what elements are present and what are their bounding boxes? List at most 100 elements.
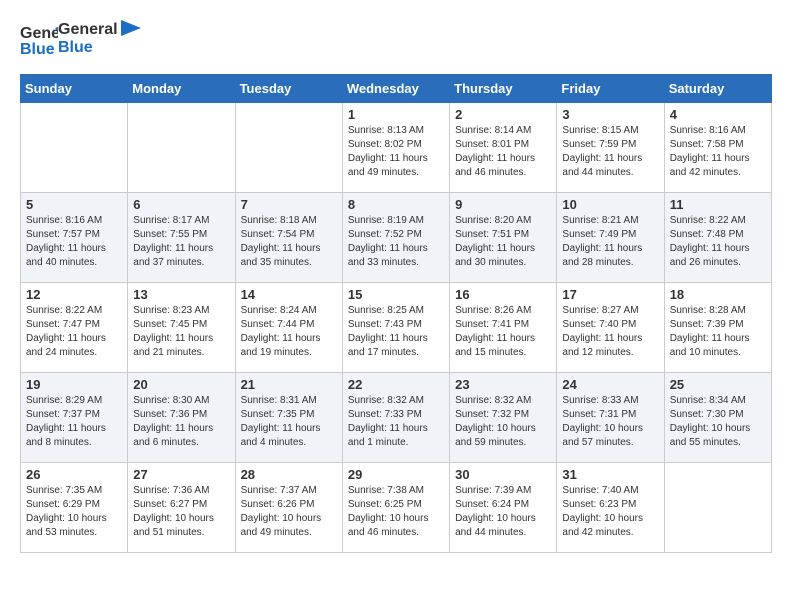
calendar-header-wednesday: Wednesday [342, 75, 449, 103]
day-info: Sunrise: 8:17 AM Sunset: 7:55 PM Dayligh… [133, 214, 229, 270]
day-info: Sunrise: 8:31 AM Sunset: 7:35 PM Dayligh… [241, 394, 337, 450]
calendar-day-27: 27 Sunrise: 7:36 AM Sunset: 6:27 PM Dayli… [128, 463, 235, 553]
day-info: Sunrise: 8:30 AM Sunset: 7:36 PM Dayligh… [133, 394, 229, 450]
day-info: Sunrise: 8:32 AM Sunset: 7:33 PM Dayligh… [348, 394, 444, 450]
calendar-day-30: 30Sunrise: 7:39 AM Sunset: 6:24 PM Dayli… [450, 463, 557, 553]
calendar-day-31: 31 Sunrise: 7:40 AM Sunset: 6:23 PM Dayli… [557, 463, 664, 553]
calendar-header-tuesday: Tuesday [235, 75, 342, 103]
day-info: Sunrise: 7:37 AM Sunset: 6:26 PM Dayligh… [241, 484, 337, 540]
day-number: 27 [133, 467, 229, 482]
calendar-header-saturday: Saturday [664, 75, 771, 103]
logo-blue: Blue [58, 39, 118, 57]
logo-icon: General Blue [20, 20, 58, 58]
day-info: Sunrise: 8:22 AM Sunset: 7:48 PM Dayligh… [670, 214, 766, 270]
day-info: Sunrise: 8:13 AM Sunset: 8:02 PM Dayligh… [348, 124, 444, 180]
day-number: 5 [26, 197, 122, 212]
calendar-empty-cell [21, 103, 128, 193]
day-number: 18 [670, 287, 766, 302]
calendar-day-2: 2Sunrise: 8:14 AM Sunset: 8:01 PM Daylig… [450, 103, 557, 193]
calendar-day-10: 10Sunrise: 8:21 AM Sunset: 7:49 PM Dayli… [557, 193, 664, 283]
day-info: Sunrise: 8:27 AM Sunset: 7:40 PM Dayligh… [562, 304, 658, 360]
calendar-day-1: 1 Sunrise: 8:13 AM Sunset: 8:02 PM Daylig… [342, 103, 449, 193]
day-number: 3 [562, 107, 658, 122]
calendar-day-20: 20 Sunrise: 8:30 AM Sunset: 7:36 PM Dayli… [128, 373, 235, 463]
day-number: 21 [241, 377, 337, 392]
calendar-day-3: 3 Sunrise: 8:15 AM Sunset: 7:59 PM Daylig… [557, 103, 664, 193]
day-info: Sunrise: 8:23 AM Sunset: 7:45 PM Dayligh… [133, 304, 229, 360]
calendar-header-sunday: Sunday [21, 75, 128, 103]
calendar-day-16: 16 Sunrise: 8:26 AM Sunset: 7:41 PM Dayli… [450, 283, 557, 373]
calendar-header-thursday: Thursday [450, 75, 557, 103]
day-number: 8 [348, 197, 444, 212]
calendar-week-row: 19Sunrise: 8:29 AM Sunset: 7:37 PM Dayli… [21, 373, 772, 463]
day-number: 6 [133, 197, 229, 212]
day-number: 30 [455, 467, 551, 482]
day-number: 31 [562, 467, 658, 482]
day-info: Sunrise: 7:36 AM Sunset: 6:27 PM Dayligh… [133, 484, 229, 540]
day-info: Sunrise: 8:32 AM Sunset: 7:32 PM Dayligh… [455, 394, 551, 450]
day-info: Sunrise: 7:40 AM Sunset: 6:23 PM Dayligh… [562, 484, 658, 540]
calendar-day-22: 22Sunrise: 8:32 AM Sunset: 7:33 PM Dayli… [342, 373, 449, 463]
calendar-day-6: 6 Sunrise: 8:17 AM Sunset: 7:55 PM Daylig… [128, 193, 235, 283]
day-info: Sunrise: 8:34 AM Sunset: 7:30 PM Dayligh… [670, 394, 766, 450]
calendar-table: SundayMondayTuesdayWednesdayThursdayFrid… [20, 74, 772, 553]
day-number: 29 [348, 467, 444, 482]
calendar-day-7: 7Sunrise: 8:18 AM Sunset: 7:54 PM Daylig… [235, 193, 342, 283]
day-number: 17 [562, 287, 658, 302]
day-info: Sunrise: 8:16 AM Sunset: 7:57 PM Dayligh… [26, 214, 122, 270]
page-header: General Blue General Blue [20, 20, 772, 58]
day-number: 20 [133, 377, 229, 392]
calendar-day-8: 8 Sunrise: 8:19 AM Sunset: 7:52 PM Daylig… [342, 193, 449, 283]
day-number: 25 [670, 377, 766, 392]
calendar-day-14: 14 Sunrise: 8:24 AM Sunset: 7:44 PM Dayli… [235, 283, 342, 373]
calendar-day-23: 23 Sunrise: 8:32 AM Sunset: 7:32 PM Dayli… [450, 373, 557, 463]
day-number: 15 [348, 287, 444, 302]
day-number: 13 [133, 287, 229, 302]
calendar-day-17: 17 Sunrise: 8:27 AM Sunset: 7:40 PM Dayli… [557, 283, 664, 373]
calendar-day-29: 29Sunrise: 7:38 AM Sunset: 6:25 PM Dayli… [342, 463, 449, 553]
calendar-day-28: 28 Sunrise: 7:37 AM Sunset: 6:26 PM Dayli… [235, 463, 342, 553]
calendar-header-row: SundayMondayTuesdayWednesdayThursdayFrid… [21, 75, 772, 103]
calendar-day-12: 12Sunrise: 8:22 AM Sunset: 7:47 PM Dayli… [21, 283, 128, 373]
calendar-day-15: 15 Sunrise: 8:25 AM Sunset: 7:43 PM Dayli… [342, 283, 449, 373]
calendar-day-9: 9Sunrise: 8:20 AM Sunset: 7:51 PM Daylig… [450, 193, 557, 283]
day-number: 11 [670, 197, 766, 212]
logo: General Blue General Blue [20, 20, 141, 58]
calendar-day-26: 26Sunrise: 7:35 AM Sunset: 6:29 PM Dayli… [21, 463, 128, 553]
calendar-day-25: 25 Sunrise: 8:34 AM Sunset: 7:30 PM Dayli… [664, 373, 771, 463]
day-info: Sunrise: 8:29 AM Sunset: 7:37 PM Dayligh… [26, 394, 122, 450]
day-info: Sunrise: 8:26 AM Sunset: 7:41 PM Dayligh… [455, 304, 551, 360]
calendar-day-19: 19Sunrise: 8:29 AM Sunset: 7:37 PM Dayli… [21, 373, 128, 463]
day-number: 28 [241, 467, 337, 482]
svg-text:Blue: Blue [20, 41, 55, 58]
calendar-empty-cell [664, 463, 771, 553]
day-number: 16 [455, 287, 551, 302]
day-info: Sunrise: 8:24 AM Sunset: 7:44 PM Dayligh… [241, 304, 337, 360]
day-number: 4 [670, 107, 766, 122]
logo-flag-icon [121, 20, 141, 48]
day-number: 9 [455, 197, 551, 212]
day-info: Sunrise: 8:19 AM Sunset: 7:52 PM Dayligh… [348, 214, 444, 270]
logo-general: General [58, 21, 118, 39]
calendar-header-friday: Friday [557, 75, 664, 103]
calendar-header-monday: Monday [128, 75, 235, 103]
calendar-empty-cell [128, 103, 235, 193]
day-info: Sunrise: 8:22 AM Sunset: 7:47 PM Dayligh… [26, 304, 122, 360]
day-info: Sunrise: 8:25 AM Sunset: 7:43 PM Dayligh… [348, 304, 444, 360]
day-number: 23 [455, 377, 551, 392]
day-number: 1 [348, 107, 444, 122]
day-number: 7 [241, 197, 337, 212]
day-info: Sunrise: 8:14 AM Sunset: 8:01 PM Dayligh… [455, 124, 551, 180]
day-number: 26 [26, 467, 122, 482]
day-info: Sunrise: 8:28 AM Sunset: 7:39 PM Dayligh… [670, 304, 766, 360]
calendar-day-5: 5 Sunrise: 8:16 AM Sunset: 7:57 PM Daylig… [21, 193, 128, 283]
day-number: 24 [562, 377, 658, 392]
calendar-week-row: 12Sunrise: 8:22 AM Sunset: 7:47 PM Dayli… [21, 283, 772, 373]
calendar-week-row: 1 Sunrise: 8:13 AM Sunset: 8:02 PM Daylig… [21, 103, 772, 193]
calendar-day-13: 13 Sunrise: 8:23 AM Sunset: 7:45 PM Dayli… [128, 283, 235, 373]
calendar-day-21: 21 Sunrise: 8:31 AM Sunset: 7:35 PM Dayli… [235, 373, 342, 463]
day-info: Sunrise: 8:15 AM Sunset: 7:59 PM Dayligh… [562, 124, 658, 180]
day-number: 14 [241, 287, 337, 302]
calendar-day-18: 18 Sunrise: 8:28 AM Sunset: 7:39 PM Dayli… [664, 283, 771, 373]
calendar-day-11: 11 Sunrise: 8:22 AM Sunset: 7:48 PM Dayli… [664, 193, 771, 283]
